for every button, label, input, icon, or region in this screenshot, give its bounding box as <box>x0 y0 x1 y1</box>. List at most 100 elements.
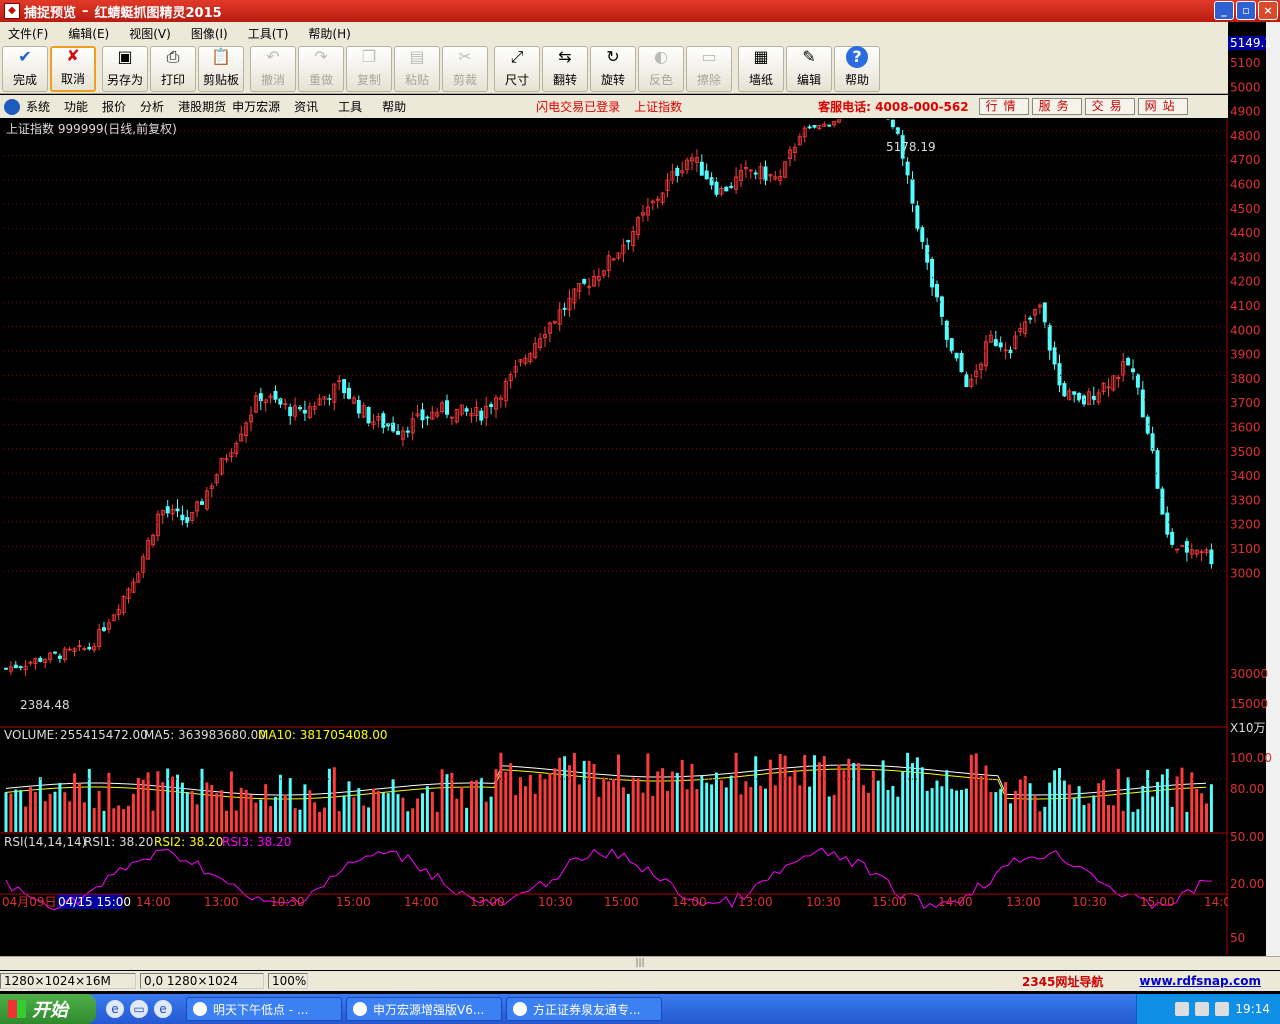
volume-bar <box>778 754 782 832</box>
volume-bar <box>82 802 86 832</box>
menu-help[interactable]: 帮助(H) <box>308 25 350 42</box>
toolbar-button-7[interactable]: ❐ 复制 <box>346 45 392 92</box>
toolbar-button-12[interactable]: ↻ 旋转 <box>590 45 636 92</box>
toolbar-button-4[interactable]: 📋 剪贴板 <box>198 45 244 92</box>
tab-website[interactable]: 网站 <box>1137 98 1188 115</box>
quicklaunch-ie-icon[interactable]: e <box>154 1000 172 1018</box>
appmenu-news[interactable]: 资讯 <box>294 98 318 115</box>
tab-quotes[interactable]: 行情 <box>978 98 1029 115</box>
volume-bar <box>430 791 434 832</box>
toolbar-button-11[interactable]: ⇆ 翻转 <box>542 45 588 92</box>
volume-bar <box>391 779 395 832</box>
toolbar-button-17[interactable]: ? 帮助 <box>834 45 880 92</box>
volume-bar <box>87 768 91 832</box>
toolbar-button-1[interactable]: ✘ 取消 <box>50 45 96 92</box>
rsi3-label: RSI3: 38.20 <box>222 835 291 849</box>
task-item-3[interactable]: 方正证券泉友通专... <box>506 997 662 1021</box>
menu-edit[interactable]: 编辑(E) <box>68 25 109 42</box>
volume-bar <box>710 784 714 832</box>
volume-bar <box>979 775 983 832</box>
volume-bar <box>847 758 851 832</box>
volume-bar <box>1151 796 1155 832</box>
appmenu-swhy[interactable]: 申万宏源 <box>232 98 280 115</box>
time-axis-label: 15:00 <box>872 895 907 909</box>
tray-network-icon[interactable] <box>1195 1002 1210 1016</box>
maximize-button[interactable]: ▫ <box>1236 1 1256 20</box>
volume-bar <box>798 785 802 832</box>
toolbar-button-9[interactable]: ✂ 剪裁 <box>442 45 488 92</box>
menu-view[interactable]: 视图(V) <box>129 25 171 42</box>
toolbar-button-15[interactable]: ▦ 墙纸 <box>738 45 784 92</box>
link-2345[interactable]: 2345网址导航 <box>1022 973 1103 990</box>
volume-bar <box>4 792 8 832</box>
appmenu-function[interactable]: 功能 <box>64 98 88 115</box>
price-axis-tick: 3600 <box>1230 421 1261 435</box>
volume-bar <box>327 768 331 832</box>
task-item-2[interactable]: 申万宏源增强版V6... <box>346 997 502 1021</box>
appmenu-tools[interactable]: 工具 <box>338 98 362 115</box>
tray-volume-icon[interactable] <box>1215 1002 1230 1016</box>
volume-bar <box>484 801 488 832</box>
volume-bar <box>528 775 532 832</box>
volume-bar <box>920 767 924 832</box>
volume-bar <box>950 788 954 832</box>
price-axis-tick: 4800 <box>1230 129 1261 143</box>
volume-bar <box>881 760 885 832</box>
volume-bar <box>915 757 919 832</box>
toolbar-button-8[interactable]: ▤ 粘贴 <box>394 45 440 92</box>
volume-bar <box>548 773 552 832</box>
volume-bar <box>1111 805 1115 832</box>
app-icon: ◆ <box>4 3 20 19</box>
index-name[interactable]: 上证指数 <box>634 98 682 115</box>
volume-bar <box>1107 804 1110 832</box>
volume-bar <box>58 782 62 832</box>
toolbar-button-0[interactable]: ✔ 完成 <box>2 45 48 92</box>
volume-scale-tick: 80.00 <box>1230 782 1264 796</box>
toolbar-button-14[interactable]: ▭ 擦除 <box>686 45 732 92</box>
volume-bar <box>205 782 209 832</box>
stock-chart[interactable]: 上证指数 999999(日线,前复权) 5178.19 2384.48 VOLU… <box>0 99 1231 955</box>
volume-bar <box>141 779 145 832</box>
window-title-right: 红蜻蜓抓图精灵2015 <box>94 5 222 21</box>
menu-image[interactable]: 图像(I) <box>191 25 228 42</box>
menu-file[interactable]: 文件(F) <box>8 25 48 42</box>
appmenu-hk-futures[interactable]: 港股期货 <box>178 98 226 115</box>
volume-bar <box>48 793 52 832</box>
volume-bar <box>274 796 277 832</box>
quicklaunch-desktop-icon[interactable]: ▭ <box>130 1000 148 1018</box>
appmenu-system[interactable]: 系统 <box>26 98 50 115</box>
tab-trade[interactable]: 交易 <box>1084 98 1135 115</box>
quicklaunch-browser-icon[interactable]: e <box>106 1000 124 1018</box>
toolbar-button-6[interactable]: ↷ 重做 <box>298 45 344 92</box>
tab-service[interactable]: 服务 <box>1031 98 1082 115</box>
volume-bar <box>788 776 792 832</box>
appmenu-help[interactable]: 帮助 <box>382 98 406 115</box>
link-rdfsnap[interactable]: www.rdfsnap.com <box>1139 974 1261 988</box>
volume-bar <box>724 787 728 832</box>
menu-tools[interactable]: 工具(T) <box>248 25 289 42</box>
close-button[interactable]: × <box>1258 1 1278 20</box>
volume-bar <box>1160 774 1164 832</box>
toolbar-button-3[interactable]: ⎙ 打印 <box>150 45 196 92</box>
volume-bar <box>572 753 576 832</box>
toolbar-button-10[interactable]: ⤢ 尺寸 <box>494 45 540 92</box>
task-item-1[interactable]: 明天下午低点 - ... <box>186 997 342 1021</box>
volume-scale-tick: 100.00 <box>1230 751 1272 765</box>
volume-bar <box>1126 777 1130 832</box>
start-button[interactable]: 开始 <box>0 994 96 1024</box>
volume-bar <box>636 778 640 832</box>
toolbar-button-2[interactable]: ▣ 另存为 <box>102 45 148 92</box>
toolbar-button-5[interactable]: ↶ 撤消 <box>250 45 296 92</box>
window-title-left: 捕捉预览 <box>24 5 77 21</box>
volume-scale-tick: 50.00 <box>1230 830 1264 844</box>
minimize-button[interactable]: _ <box>1214 1 1234 20</box>
tray-input-icon[interactable] <box>1175 1002 1190 1016</box>
time-axis-label: 10:30 <box>270 895 305 909</box>
toolbar-button-13[interactable]: ◐ 反色 <box>638 45 684 92</box>
appmenu-quote[interactable]: 报价 <box>102 98 126 115</box>
horizontal-scrollbar[interactable]: ||| <box>0 956 1280 970</box>
volume-bar <box>911 763 914 832</box>
volume-bar <box>734 752 738 832</box>
toolbar-button-16[interactable]: ✎ 编辑 <box>786 45 832 92</box>
appmenu-analysis[interactable]: 分析 <box>140 98 164 115</box>
